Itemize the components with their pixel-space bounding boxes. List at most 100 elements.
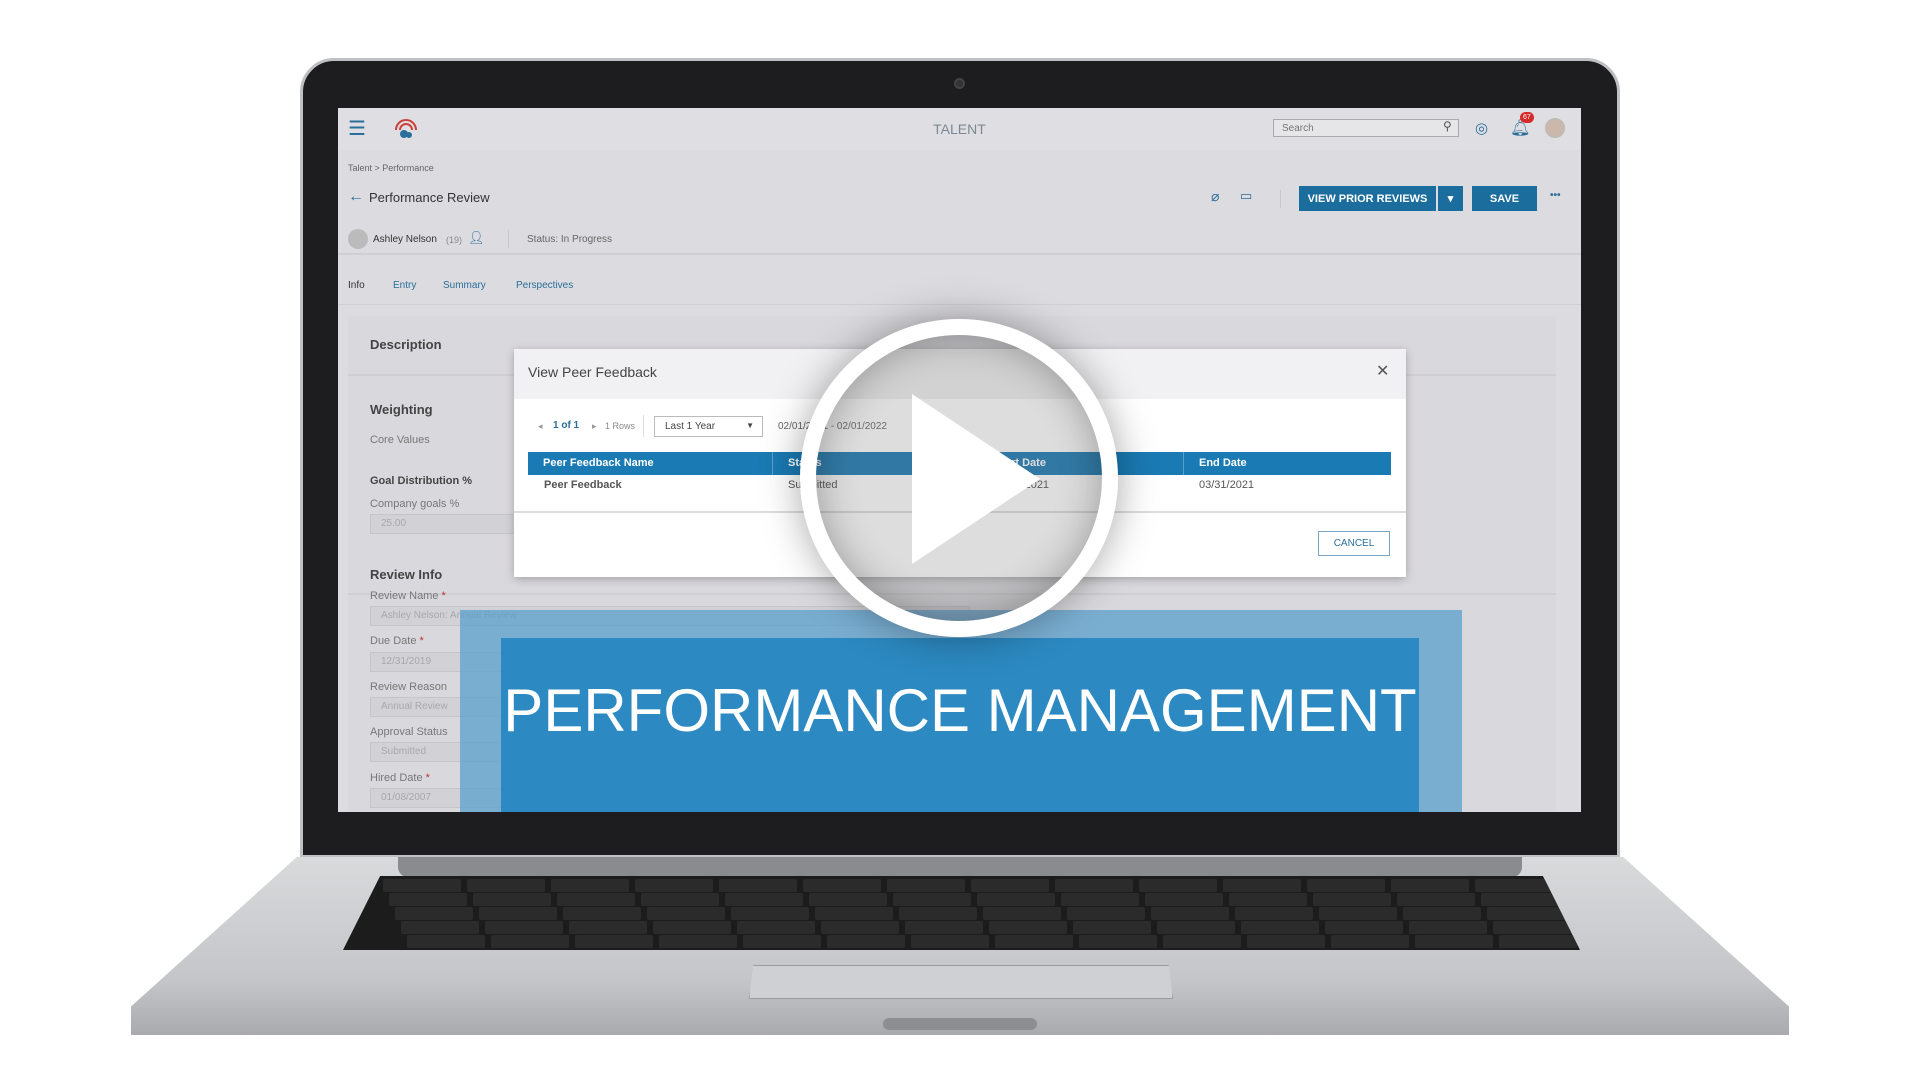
tab-bar-border xyxy=(338,304,1581,305)
keyboard-key xyxy=(1409,921,1487,934)
divider xyxy=(338,253,1581,255)
keyboard-key xyxy=(1151,907,1229,920)
save-button[interactable]: SAVE xyxy=(1472,186,1537,211)
user-avatar[interactable] xyxy=(1545,118,1565,138)
play-icon[interactable] xyxy=(912,394,1040,564)
search-input[interactable] xyxy=(1273,119,1459,137)
keyboard-key xyxy=(1415,935,1493,948)
keyboard-key xyxy=(1475,879,1553,892)
keyboard-key xyxy=(827,935,905,948)
help-icon[interactable]: ◎ xyxy=(1475,119,1488,137)
row-count: 1 Rows xyxy=(605,421,636,431)
section-review-info: Review Info xyxy=(370,567,443,582)
keyboard-key xyxy=(491,935,569,948)
keyboard-key xyxy=(1313,893,1391,906)
cancel-button[interactable]: CANCEL xyxy=(1318,531,1390,556)
review-reason-label: Review Reason xyxy=(370,681,448,693)
peer-feedback-link[interactable]: Peer Feedback xyxy=(544,479,622,491)
view-prior-dropdown-button[interactable]: ▾ xyxy=(1438,186,1463,211)
keyboard-key xyxy=(563,907,641,920)
page-indicator: 1 of 1 xyxy=(553,420,580,431)
section-goal-distribution: Goal Distribution % xyxy=(370,475,473,487)
next-page-icon[interactable]: ▸ xyxy=(592,421,597,432)
laptop-notch xyxy=(883,1018,1037,1030)
keyboard-key xyxy=(977,893,1055,906)
date-range-select[interactable]: Last 1 Year ▼ xyxy=(654,416,763,437)
tab-info[interactable]: Info xyxy=(348,280,365,291)
tab-perspectives[interactable]: Perspectives xyxy=(516,280,573,291)
company-goals-label: Company goals % xyxy=(370,498,460,510)
keyboard-key xyxy=(719,879,797,892)
close-icon[interactable]: ✕ xyxy=(1376,361,1389,381)
keyboard-key xyxy=(1487,907,1565,920)
keyboard-key xyxy=(1307,879,1385,892)
keyboard-key xyxy=(1223,879,1301,892)
keyboard-key xyxy=(1325,921,1403,934)
due-date-label: Due Date * xyxy=(370,635,424,647)
keyboard-key xyxy=(557,893,635,906)
prev-page-icon[interactable]: ◂ xyxy=(538,421,543,432)
keyboard-key xyxy=(389,893,467,906)
keyboard-key xyxy=(653,921,731,934)
employee-name[interactable]: Ashley Nelson xyxy=(373,234,437,245)
keyboard-key xyxy=(1235,907,1313,920)
view-prior-reviews-button[interactable]: VIEW PRIOR REVIEWS xyxy=(1299,186,1436,211)
keyboard-key xyxy=(815,907,893,920)
search-icon[interactable]: ⚲ xyxy=(1443,119,1452,133)
keyboard-key xyxy=(989,921,1067,934)
keyboard-key xyxy=(641,893,719,906)
hired-date-label: Hired Date * xyxy=(370,772,430,784)
column-header[interactable]: End Date xyxy=(1184,452,1391,475)
keyboard-key xyxy=(1391,879,1469,892)
keyboard-key xyxy=(647,907,725,920)
attachment-icon[interactable]: ⌀ xyxy=(1211,188,1219,205)
keyboard-key xyxy=(995,935,1073,948)
divider xyxy=(508,230,509,248)
more-options-button[interactable]: ••• xyxy=(1550,190,1561,201)
back-arrow-icon[interactable]: ← xyxy=(348,188,364,206)
keyboard-key xyxy=(899,907,977,920)
comment-icon[interactable]: ▭ xyxy=(1240,188,1252,204)
keyboard-key xyxy=(1055,879,1133,892)
user-edit-icon[interactable]: 👤︎ xyxy=(468,230,485,246)
keyboard-key xyxy=(725,893,803,906)
keyboard-key xyxy=(1403,907,1481,920)
breadcrumb[interactable]: Talent > Performance xyxy=(348,163,434,173)
keyboard-key xyxy=(659,935,737,948)
keyboard-key xyxy=(467,879,545,892)
keyboard-key xyxy=(1073,921,1151,934)
keyboard-key xyxy=(1331,935,1409,948)
column-header[interactable]: Peer Feedback Name xyxy=(528,452,773,475)
keyboard-key xyxy=(1061,893,1139,906)
notification-badge: 67 xyxy=(1520,112,1534,123)
keyboard-key xyxy=(971,879,1049,892)
keyboard-key xyxy=(1241,921,1319,934)
keyboard-key xyxy=(1493,921,1571,934)
keyboard-key xyxy=(479,907,557,920)
keyboard-key xyxy=(1139,879,1217,892)
keyboard-key xyxy=(1163,935,1241,948)
keyboard-key xyxy=(911,935,989,948)
keyboard-key xyxy=(1145,893,1223,906)
keyboard-key xyxy=(407,935,485,948)
tab-summary[interactable]: Summary xyxy=(443,280,486,291)
employee-avatar xyxy=(348,229,368,249)
keyboard-key xyxy=(809,893,887,906)
employee-id: (19) xyxy=(446,235,463,245)
keyboard-key xyxy=(737,921,815,934)
keyboard-key xyxy=(473,893,551,906)
keyboard-key xyxy=(1481,893,1559,906)
tab-entry[interactable]: Entry xyxy=(393,280,416,291)
approval-status-label: Approval Status xyxy=(370,726,448,738)
table-cell: 03/31/2021 xyxy=(1199,479,1255,491)
keyboard-key xyxy=(485,921,563,934)
keyboard-key xyxy=(803,879,881,892)
keyboard-key xyxy=(1079,935,1157,948)
keyboard-key xyxy=(1499,935,1577,948)
core-values-label: Core Values xyxy=(370,434,430,446)
keyboard-key xyxy=(983,907,1061,920)
keyboard-key xyxy=(743,935,821,948)
laptop-hinge xyxy=(398,857,1522,877)
keyboard-key xyxy=(887,879,965,892)
keyboard-key xyxy=(395,907,473,920)
